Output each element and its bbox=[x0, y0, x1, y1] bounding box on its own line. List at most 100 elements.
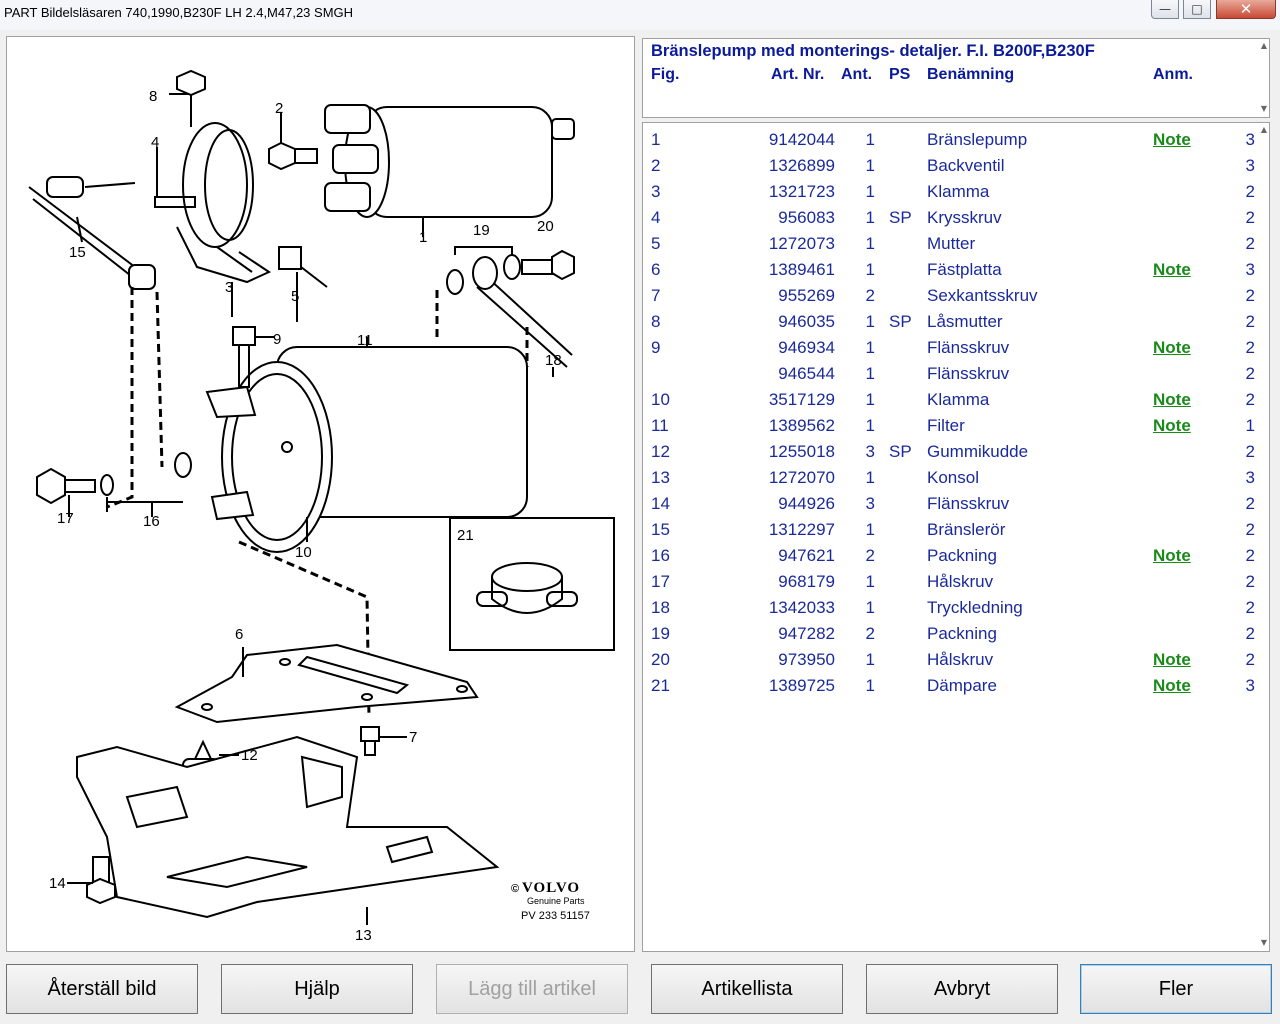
cell-anm: 2 bbox=[1245, 520, 1255, 539]
cell-ant: 1 bbox=[865, 156, 875, 175]
article-list-button[interactable]: Artikellista bbox=[651, 964, 843, 1014]
diagram-label-19: 19 bbox=[473, 222, 490, 239]
window-title: PART Bildelsläsaren 740,1990,B230F LH 2.… bbox=[4, 5, 354, 20]
diagram-label-13: 13 bbox=[355, 927, 372, 944]
cell-anm: 2 bbox=[1245, 312, 1255, 331]
list-scroll-up-icon[interactable]: ▲ bbox=[1261, 125, 1267, 134]
diagram-label-15: 15 bbox=[69, 244, 86, 261]
parts-diagram-pane[interactable]: 1 2 3 4 5 6 7 8 9 10 11 12 13 14 15 16 1… bbox=[6, 36, 635, 952]
cell-art-nr: 1312297 bbox=[768, 520, 835, 539]
note-link[interactable]: Note bbox=[1153, 130, 1191, 150]
cell-art-nr: 946035 bbox=[778, 312, 835, 331]
cell-benamning: Konsol bbox=[927, 468, 979, 487]
table-row[interactable]: 7 955269 2 Sexkantsskruv 2 bbox=[643, 283, 1255, 309]
col-header-anm[interactable]: Anm. bbox=[1153, 66, 1193, 84]
more-button[interactable]: Fler bbox=[1080, 964, 1272, 1014]
list-scroll-down-icon[interactable]: ▼ bbox=[1261, 938, 1267, 947]
note-link[interactable]: Note bbox=[1153, 546, 1191, 566]
table-row[interactable]: 2 1326899 1 Backventil 3 bbox=[643, 153, 1255, 179]
col-header-ps[interactable]: PS bbox=[889, 66, 910, 84]
cell-fig: 14 bbox=[651, 494, 670, 513]
table-row[interactable]: 19 947282 2 Packning 2 bbox=[643, 621, 1255, 647]
cancel-button[interactable]: Avbryt bbox=[866, 964, 1058, 1014]
cell-art-nr: 944926 bbox=[778, 494, 835, 513]
cell-art-nr: 968179 bbox=[778, 572, 835, 591]
table-row[interactable]: 18 1342033 1 Tryckledning 2 bbox=[643, 595, 1255, 621]
brand-prefix: © bbox=[511, 883, 519, 895]
cell-benamning: Hålskruv bbox=[927, 572, 994, 591]
cell-ant: 1 bbox=[865, 676, 875, 695]
table-row[interactable]: 3 1321723 1 Klamma 2 bbox=[643, 179, 1255, 205]
cell-benamning: Hålskruv bbox=[927, 650, 994, 669]
table-row[interactable]: 4 956083 1 SP Krysskruv 2 bbox=[643, 205, 1255, 231]
cell-fig: 3 bbox=[651, 182, 661, 201]
cell-fig: 15 bbox=[651, 520, 670, 539]
cell-anm: 2 bbox=[1245, 208, 1255, 227]
cell-art-nr: 947282 bbox=[778, 624, 835, 643]
col-header-fig[interactable]: Fig. bbox=[651, 66, 679, 84]
parts-list[interactable]: 1 9142044 1 Bränslepump Note 3 2 1326899 1 Backve… bbox=[642, 122, 1270, 952]
cell-ant: 1 bbox=[865, 650, 875, 669]
col-header-art-nr[interactable]: Art. Nr. bbox=[771, 66, 824, 84]
section-title: Bränslepump med monterings- detaljer. F.… bbox=[651, 42, 1095, 60]
header-scroll-up-icon[interactable]: ▲ bbox=[1261, 41, 1267, 50]
table-row[interactable]: 14 944926 3 Flänsskruv 2 bbox=[643, 491, 1255, 517]
header-scroll-down-icon[interactable]: ▼ bbox=[1261, 104, 1267, 113]
col-header-benamning[interactable]: Benämning bbox=[927, 66, 1014, 84]
title-bar: PART Bildelsläsaren 740,1990,B230F LH 2.… bbox=[0, 0, 1280, 31]
genuine-parts-text: Genuine Parts bbox=[527, 896, 585, 906]
minimize-button[interactable]: — bbox=[1151, 0, 1179, 19]
cell-ant: 1 bbox=[865, 182, 875, 201]
col-header-ant[interactable]: Ant. bbox=[841, 66, 872, 84]
table-row[interactable]: 20 973950 1 Hålskruv Note 2 bbox=[643, 647, 1255, 673]
cell-anm: 2 bbox=[1245, 546, 1255, 565]
reset-image-button[interactable]: Återställ bild bbox=[6, 964, 198, 1014]
table-row[interactable]: 9 946934 1 Flänsskruv Note 2 bbox=[643, 335, 1255, 361]
note-link[interactable]: Note bbox=[1153, 676, 1191, 696]
cell-benamning: Flänsskruv bbox=[927, 364, 1010, 383]
cell-art-nr: 9142044 bbox=[768, 130, 835, 149]
diagram-label-8: 8 bbox=[149, 88, 157, 105]
cell-fig: 19 bbox=[651, 624, 670, 643]
cell-ant: 2 bbox=[865, 624, 875, 643]
cell-ant: 1 bbox=[865, 416, 875, 435]
diagram-label-9: 9 bbox=[273, 331, 281, 348]
table-row[interactable]: 16 947621 2 Packning Note 2 bbox=[643, 543, 1255, 569]
note-link[interactable]: Note bbox=[1153, 650, 1191, 670]
note-link[interactable]: Note bbox=[1153, 260, 1191, 280]
table-row[interactable]: 946544 1 Flänsskruv 2 bbox=[643, 361, 1255, 387]
table-row[interactable]: 10 3517129 1 Klamma Note 2 bbox=[643, 387, 1255, 413]
add-article-button[interactable]: Lägg till artikel bbox=[436, 964, 628, 1014]
diagram-label-1: 1 bbox=[419, 229, 427, 246]
table-row[interactable]: 15 1312297 1 Bränslerör 2 bbox=[643, 517, 1255, 543]
cell-anm: 2 bbox=[1245, 572, 1255, 591]
diagram-label-16: 16 bbox=[143, 513, 160, 530]
table-row[interactable]: 5 1272073 1 Mutter 2 bbox=[643, 231, 1255, 257]
cell-benamning: Packning bbox=[927, 624, 997, 643]
cell-art-nr: 946934 bbox=[778, 338, 835, 357]
diagram-label-10: 10 bbox=[295, 544, 312, 561]
table-row[interactable]: 6 1389461 1 Fästplatta Note 3 bbox=[643, 257, 1255, 283]
note-link[interactable]: Note bbox=[1153, 416, 1191, 436]
close-button[interactable]: ✕ bbox=[1216, 0, 1276, 19]
note-link[interactable]: Note bbox=[1153, 390, 1191, 410]
parts-diagram[interactable]: 1 2 3 4 5 6 7 8 9 10 11 12 13 14 15 16 1… bbox=[7, 37, 634, 951]
cell-benamning: Packning bbox=[927, 546, 997, 565]
diagram-label-4: 4 bbox=[151, 134, 159, 151]
table-row[interactable]: 21 1389725 1 Dämpare Note 3 bbox=[643, 673, 1255, 699]
maximize-button[interactable]: □ bbox=[1183, 0, 1211, 19]
table-row[interactable]: 1 9142044 1 Bränslepump Note 3 bbox=[643, 127, 1255, 153]
table-row[interactable]: 8 946035 1 SP Låsmutter 2 bbox=[643, 309, 1255, 335]
table-row[interactable]: 12 1255018 3 SP Gummikudde 2 bbox=[643, 439, 1255, 465]
note-link[interactable]: Note bbox=[1153, 338, 1191, 358]
help-button[interactable]: Hjälp bbox=[221, 964, 413, 1014]
cell-art-nr: 955269 bbox=[778, 286, 835, 305]
cell-benamning: Tryckledning bbox=[927, 598, 1023, 617]
volvo-logo: VOLVO bbox=[522, 880, 580, 896]
table-row[interactable]: 11 1389562 1 Filter Note 1 bbox=[643, 413, 1255, 439]
table-row[interactable]: 13 1272070 1 Konsol 3 bbox=[643, 465, 1255, 491]
cell-ant: 1 bbox=[865, 468, 875, 487]
list-header-pane: Bränslepump med monterings- detaljer. F.… bbox=[642, 38, 1270, 118]
table-row[interactable]: 17 968179 1 Hålskruv 2 bbox=[643, 569, 1255, 595]
cell-anm: 2 bbox=[1245, 494, 1255, 513]
